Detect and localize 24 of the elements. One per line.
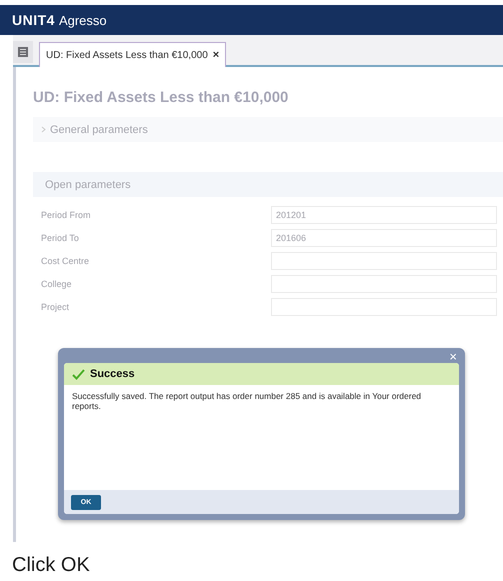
menu-icon: [18, 47, 28, 57]
dialog-message: Successfully saved. The report output has order number 285 and is available in Your ordered reports.: [71, 390, 422, 414]
chevron-icon: [41, 126, 46, 133]
menu-button[interactable]: [13, 41, 33, 63]
field-label: Period From: [40, 210, 92, 220]
field-label: College: [40, 278, 73, 288]
field-label: Period To: [40, 232, 80, 242]
input-field[interactable]: 201201: [271, 206, 497, 224]
tab-label: UD: Fixed Assets Less than €10,000: [46, 50, 208, 60]
field-label: Cost Centre: [40, 256, 90, 266]
page-title: UD: Fixed Assets Less than €10,000: [33, 89, 290, 108]
close-icon[interactable]: ×: [449, 349, 457, 364]
field-label: Project: [40, 302, 70, 312]
section-title: General parameters: [50, 124, 148, 136]
section-title: Open parameters: [45, 178, 131, 190]
dialog-title: Success: [90, 368, 135, 380]
general-parameters-section[interactable]: General parameters: [33, 117, 503, 142]
product-name: Agresso: [58, 12, 107, 28]
report-tab[interactable]: UD: Fixed Assets Less than €10,000 ×: [39, 42, 226, 67]
input-field[interactable]: 201606: [271, 228, 497, 246]
close-icon[interactable]: ×: [212, 49, 220, 61]
instruction-text: Click OK: [11, 554, 91, 577]
check-icon: [72, 368, 85, 380]
brand-logo: UNIT4: [12, 12, 55, 28]
